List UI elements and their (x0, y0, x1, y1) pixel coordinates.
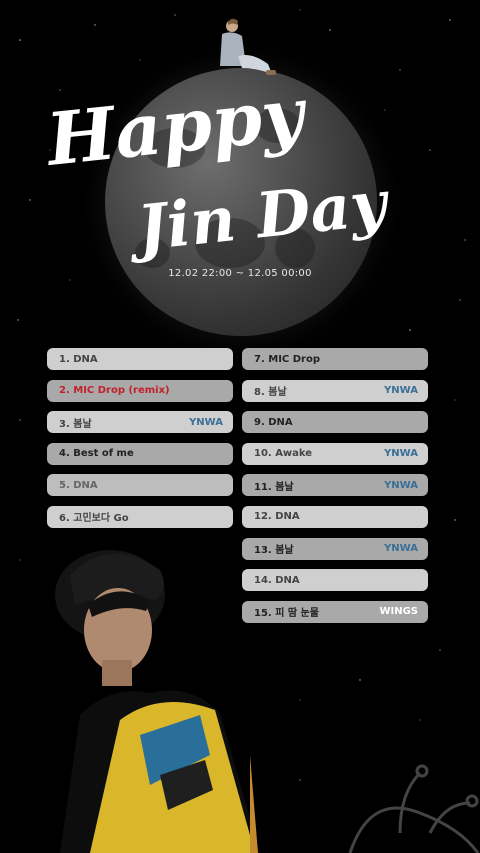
track-title: 7. MIC Drop (254, 353, 320, 365)
artist-photo (55, 550, 260, 853)
right-track-4: 10. Awake YNWA (242, 442, 428, 465)
track-title: 9. DNA (254, 416, 293, 428)
svg-text:Jin Day: Jin Day (124, 166, 394, 266)
bee-antenna-decoration (348, 764, 480, 853)
left-track-4: 4. Best of me (47, 442, 233, 465)
track-title: 4. Best of me (59, 448, 134, 460)
track-title: 10. Awake (254, 448, 313, 460)
track-title: 11. 봄날 (254, 481, 294, 493)
left-track-2: 2. MIC Drop (remix) (47, 379, 233, 402)
right-track-5: 11. 봄날 YNWA (242, 474, 428, 497)
svg-text:Happy: Happy (41, 80, 312, 182)
album-tag: YNWA (384, 385, 418, 397)
track-title: 3. 봄날 (59, 418, 92, 430)
left-track-1: 1. DNA (47, 348, 233, 370)
album-tag: YNWA (384, 448, 418, 460)
left-track-6: 6. 고민보다 Go (47, 505, 233, 528)
album-tag: YNWA (384, 479, 418, 491)
track-title: 8. 봄날 (254, 387, 287, 399)
track-title: 1. DNA (59, 353, 98, 365)
right-track-1: 7. MIC Drop (242, 348, 428, 370)
left-track-3: 3. 봄날 YNWA (47, 411, 233, 434)
track-title: 6. 고민보다 Go (59, 513, 129, 525)
album-tag: WINGS (379, 606, 418, 618)
person-sitting-on-moon-figure (220, 18, 276, 75)
happy-jin-day-title: Happy Jin Day (41, 80, 394, 266)
right-track-2: 8. 봄날 YNWA (242, 379, 428, 402)
date-range-text: 12.02 22:00 ~ 12.05 00:00 (168, 268, 312, 279)
track-title: 2. MIC Drop (remix) (59, 385, 170, 397)
right-track-6: 12. DNA (242, 505, 428, 528)
album-tag: YNWA (189, 416, 223, 428)
playlist-left-column: 1. DNA 2. MIC Drop (remix) 3. 봄날 YNWA 4. Bes… (47, 348, 233, 538)
right-track-3: 9. DNA (242, 411, 428, 434)
track-title: 12. DNA (254, 511, 300, 523)
left-track-5: 5. DNA (47, 474, 233, 497)
album-tag: YNWA (384, 543, 418, 555)
track-title: 5. DNA (59, 479, 98, 491)
